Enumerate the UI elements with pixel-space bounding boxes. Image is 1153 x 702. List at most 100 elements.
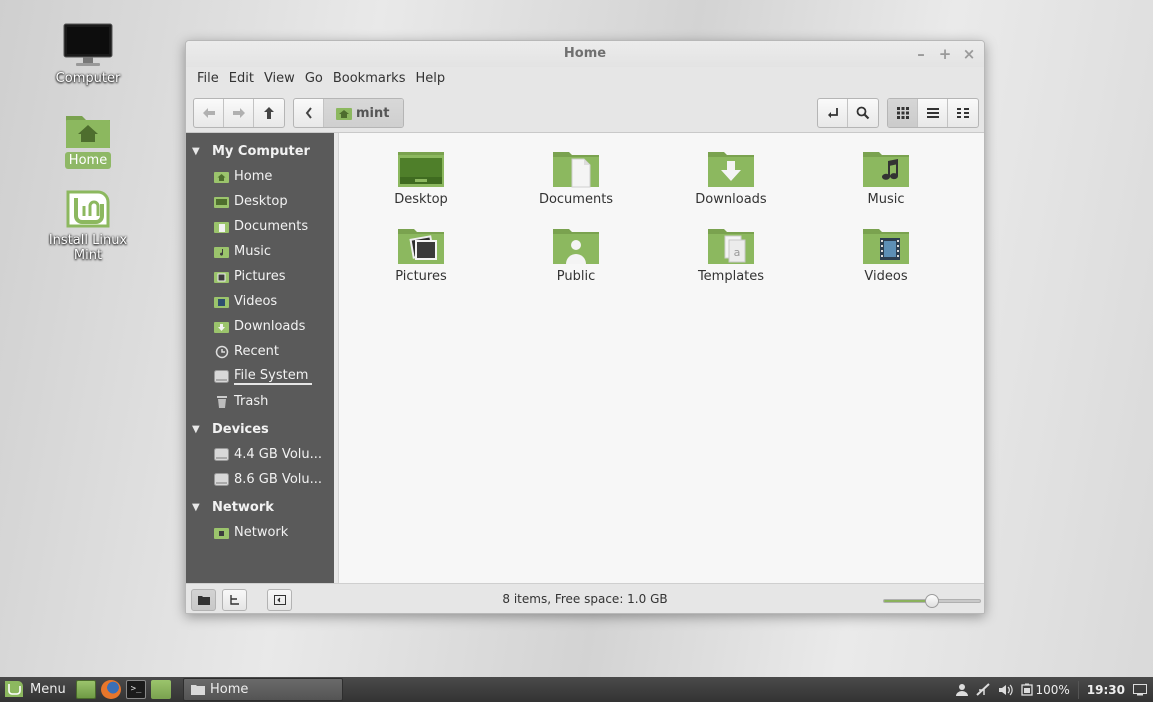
path-bar: mint bbox=[293, 98, 405, 128]
view-mode-buttons bbox=[887, 98, 979, 128]
public-folder-icon bbox=[553, 229, 599, 264]
file-item-label: Templates bbox=[697, 269, 765, 284]
menu-file[interactable]: File bbox=[192, 71, 224, 86]
menu-bookmarks[interactable]: Bookmarks bbox=[328, 71, 411, 86]
file-manager-window: Home – + × File Edit View Go Bookmarks H… bbox=[185, 40, 985, 614]
home-folder-icon bbox=[336, 107, 352, 120]
file-item-pictures[interactable]: Pictures bbox=[366, 226, 476, 284]
maximize-button[interactable]: + bbox=[938, 41, 952, 67]
desktop-icon-computer[interactable]: Computer bbox=[33, 22, 143, 87]
zoom-slider[interactable] bbox=[883, 594, 981, 608]
statusbar: 8 items, Free space: 1.0 GB bbox=[186, 583, 984, 613]
volume-icon[interactable] bbox=[998, 684, 1014, 696]
sidebar-item-label: Downloads bbox=[234, 319, 306, 334]
clock[interactable]: 19:30 bbox=[1087, 683, 1125, 697]
search-icon bbox=[856, 106, 870, 120]
file-item-public[interactable]: Public bbox=[521, 226, 631, 284]
list-view-button[interactable] bbox=[918, 99, 948, 127]
window-titlebar[interactable]: Home – + × bbox=[186, 41, 984, 67]
sidebar-item-file-system[interactable]: File System bbox=[186, 364, 334, 389]
path-button-mint[interactable]: mint bbox=[324, 99, 404, 127]
battery-indicator[interactable]: 100% bbox=[1021, 682, 1070, 697]
file-item-templates[interactable]: a Templates bbox=[676, 226, 786, 284]
battery-percent: 100% bbox=[1035, 682, 1070, 697]
sidebar-item-label: Trash bbox=[234, 394, 269, 409]
terminal-icon[interactable]: >_ bbox=[126, 680, 146, 699]
menu-edit[interactable]: Edit bbox=[224, 71, 259, 86]
taskbar: Menu >_ Home 100% 19:30 bbox=[0, 677, 1153, 702]
list-icon bbox=[926, 108, 939, 118]
taskbar-task-home[interactable]: Home bbox=[183, 678, 343, 701]
sidebar-section-devices[interactable]: ▼ Devices bbox=[186, 417, 334, 442]
sidebar-section-network[interactable]: ▼ Network bbox=[186, 495, 334, 520]
file-item-downloads[interactable]: Downloads bbox=[676, 149, 786, 207]
minimize-button[interactable]: – bbox=[914, 41, 928, 67]
sidebar-item-pictures[interactable]: Pictures bbox=[186, 264, 334, 289]
pictures-folder-icon bbox=[398, 229, 444, 264]
toolbar: mint bbox=[186, 89, 984, 133]
menu-view[interactable]: View bbox=[259, 71, 300, 86]
sidebar-item-label: File System bbox=[234, 368, 313, 385]
network-icon[interactable] bbox=[976, 683, 991, 696]
menu-label: Menu bbox=[30, 681, 66, 697]
sidebar-item-label: Network bbox=[234, 525, 289, 540]
sidebar-item-label: 8.6 GB Volu... bbox=[234, 472, 323, 487]
forward-button[interactable] bbox=[224, 99, 254, 127]
show-desktop-icon[interactable] bbox=[1133, 683, 1147, 696]
up-button[interactable] bbox=[254, 99, 284, 127]
sidebar-item-label: Documents bbox=[234, 219, 309, 234]
music-folder-icon bbox=[863, 152, 909, 187]
desktop-icon-install-linux-mint[interactable]: Install Linux Mint bbox=[33, 188, 143, 264]
drive-icon bbox=[214, 448, 229, 461]
location-toggle-button[interactable] bbox=[818, 99, 848, 127]
desktop-icon-label: Install Linux Mint bbox=[48, 233, 128, 263]
zoom-slider-knob[interactable] bbox=[925, 594, 939, 608]
file-item-music[interactable]: Music bbox=[831, 149, 941, 207]
network-folder-icon bbox=[214, 526, 229, 539]
file-item-documents[interactable]: Documents bbox=[521, 149, 631, 207]
desktop-folder-icon bbox=[398, 152, 444, 187]
sidebar-item-desktop[interactable]: Desktop bbox=[186, 189, 334, 214]
sidebar-item-downloads[interactable]: Downloads bbox=[186, 314, 334, 339]
path-toggle-button[interactable] bbox=[294, 99, 324, 127]
files-icon[interactable] bbox=[151, 680, 171, 699]
close-button[interactable]: × bbox=[962, 41, 976, 67]
menu-go[interactable]: Go bbox=[300, 71, 328, 86]
sidebar-item-home[interactable]: Home bbox=[186, 164, 334, 189]
system-tray: 100% 19:30 bbox=[956, 677, 1147, 702]
home-folder-icon bbox=[214, 170, 229, 183]
compact-view-button[interactable] bbox=[948, 99, 978, 127]
sidebar-section-title: Devices bbox=[212, 422, 269, 437]
sidebar-item-volume-8-6gb[interactable]: 8.6 GB Volu... bbox=[186, 467, 334, 492]
sidebar-section-title: My Computer bbox=[212, 144, 310, 159]
sidebar-item-label: Recent bbox=[234, 344, 279, 359]
menu-button[interactable]: Menu bbox=[4, 680, 66, 698]
file-item-videos[interactable]: Videos bbox=[831, 226, 941, 284]
svg-text:a: a bbox=[734, 246, 741, 259]
user-icon[interactable] bbox=[956, 683, 969, 696]
music-folder-icon bbox=[214, 245, 229, 258]
icon-view-button[interactable] bbox=[888, 99, 918, 127]
sidebar-item-videos[interactable]: Videos bbox=[186, 289, 334, 314]
videos-folder-icon bbox=[863, 229, 909, 264]
forward-arrow-icon bbox=[232, 108, 245, 118]
menu-help[interactable]: Help bbox=[410, 71, 450, 86]
sidebar-item-label: Videos bbox=[234, 294, 278, 309]
file-item-desktop[interactable]: Desktop bbox=[366, 149, 476, 207]
search-button[interactable] bbox=[848, 99, 878, 127]
sidebar-item-documents[interactable]: Documents bbox=[186, 214, 334, 239]
linux-mint-logo-icon bbox=[5, 681, 23, 697]
file-item-label: Downloads bbox=[695, 192, 767, 207]
desktop-icon-home[interactable]: Home bbox=[33, 110, 143, 169]
show-desktop-icon[interactable] bbox=[76, 680, 96, 699]
sidebar-item-recent[interactable]: Recent bbox=[186, 339, 334, 364]
sidebar-item-network[interactable]: Network bbox=[186, 520, 334, 545]
sidebar-item-volume-4-4gb[interactable]: 4.4 GB Volu... bbox=[186, 442, 334, 467]
firefox-icon[interactable] bbox=[101, 680, 121, 699]
back-button[interactable] bbox=[194, 99, 224, 127]
sidebar-section-my-computer[interactable]: ▼ My Computer bbox=[186, 139, 334, 164]
sidebar-item-music[interactable]: Music bbox=[186, 239, 334, 264]
sidebar-item-trash[interactable]: Trash bbox=[186, 389, 334, 414]
taskbar-task-label: Home bbox=[210, 682, 249, 697]
file-item-label: Desktop bbox=[394, 192, 448, 207]
